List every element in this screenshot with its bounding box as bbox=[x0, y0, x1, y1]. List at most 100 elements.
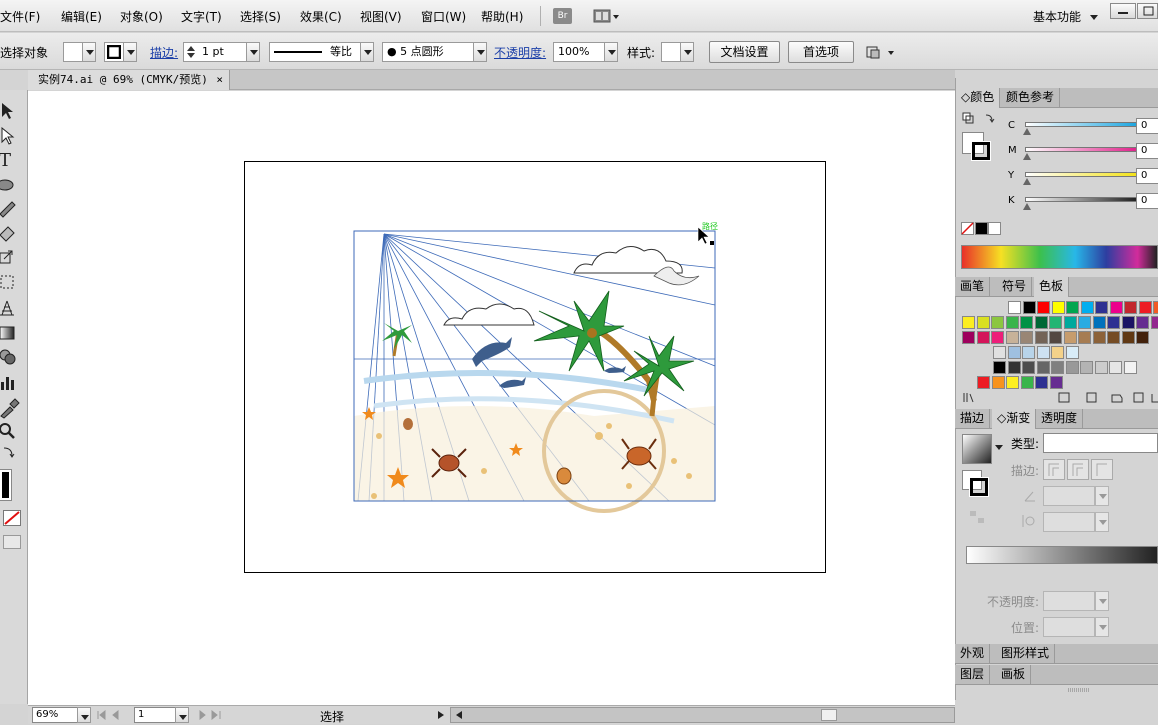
fill-color-box[interactable] bbox=[63, 42, 83, 62]
color-swatch[interactable] bbox=[977, 316, 990, 329]
color-swatch[interactable] bbox=[1107, 316, 1120, 329]
black-slider-thumb[interactable] bbox=[1023, 203, 1031, 210]
eraser-tool-icon[interactable] bbox=[0, 221, 22, 243]
brush-dropdown[interactable] bbox=[473, 42, 487, 62]
yellow-slider-thumb[interactable] bbox=[1023, 178, 1031, 185]
color-swatch[interactable] bbox=[1008, 346, 1021, 359]
direct-selection-tool-icon[interactable] bbox=[0, 125, 22, 147]
color-swatch[interactable] bbox=[1122, 331, 1135, 344]
gradient-tool-icon[interactable] bbox=[0, 322, 22, 344]
gradient-preview-swatch[interactable] bbox=[962, 434, 992, 464]
color-swatch[interactable] bbox=[962, 316, 975, 329]
zoom-tool-icon[interactable] bbox=[0, 421, 22, 443]
color-swatch[interactable] bbox=[1078, 316, 1091, 329]
tab-transparency[interactable]: 透明度 bbox=[1036, 409, 1083, 429]
color-swatch[interactable] bbox=[1037, 361, 1050, 374]
opacity-panel-link[interactable]: 不透明度: bbox=[494, 44, 546, 61]
eyedropper-tool-icon[interactable] bbox=[0, 397, 22, 419]
align-options-icon[interactable] bbox=[866, 45, 898, 61]
color-swatch[interactable] bbox=[1066, 346, 1079, 359]
color-swatch[interactable] bbox=[991, 331, 1004, 344]
none-color-button[interactable] bbox=[3, 510, 21, 526]
color-swatch[interactable] bbox=[1049, 316, 1062, 329]
zoom-dropdown[interactable] bbox=[77, 707, 91, 723]
yellow-value[interactable]: 0 bbox=[1136, 168, 1158, 184]
gradient-location-field[interactable] bbox=[1043, 617, 1095, 637]
zoom-field[interactable]: 69% bbox=[32, 707, 78, 723]
color-swatch[interactable] bbox=[1006, 331, 1019, 344]
color-swatch[interactable] bbox=[991, 316, 1004, 329]
menu-select[interactable]: 选择(S) bbox=[240, 8, 281, 25]
type-tool-icon[interactable]: T bbox=[0, 149, 22, 171]
color-swatch[interactable] bbox=[1035, 331, 1048, 344]
color-swatch[interactable] bbox=[1093, 331, 1106, 344]
color-swatch[interactable] bbox=[1136, 316, 1149, 329]
tab-brushes[interactable]: 画笔 bbox=[955, 277, 990, 297]
status-menu-arrow-icon[interactable] bbox=[436, 710, 446, 720]
color-swatch[interactable] bbox=[1107, 331, 1120, 344]
color-spectrum-bar[interactable] bbox=[961, 245, 1158, 269]
color-swatch[interactable] bbox=[1023, 301, 1036, 314]
gradient-angle-field[interactable] bbox=[1043, 486, 1095, 506]
color-swatch[interactable] bbox=[977, 331, 990, 344]
tab-symbols[interactable]: 符号 bbox=[997, 277, 1032, 297]
menu-file[interactable]: 文件(F) bbox=[0, 8, 40, 25]
ellipse-tool-icon[interactable] bbox=[0, 174, 22, 196]
color-swatch[interactable] bbox=[1049, 331, 1062, 344]
color-swatch[interactable] bbox=[992, 376, 1005, 389]
color-swatch[interactable] bbox=[1095, 361, 1108, 374]
stroke-panel-link[interactable]: 描边: bbox=[150, 44, 178, 61]
color-swatch[interactable] bbox=[1139, 301, 1152, 314]
menu-edit[interactable]: 编辑(E) bbox=[61, 8, 102, 25]
menu-window[interactable]: 窗口(W) bbox=[421, 8, 466, 25]
tab-gradient[interactable]: ◇渐变 bbox=[992, 409, 1036, 429]
gradient-slider-bar[interactable] bbox=[966, 546, 1158, 564]
color-swatch[interactable] bbox=[1052, 301, 1065, 314]
workspace-switcher[interactable]: 基本功能 bbox=[1033, 8, 1081, 25]
color-swatch[interactable] bbox=[1006, 376, 1019, 389]
color-swatch[interactable] bbox=[1124, 361, 1137, 374]
artboard-dropdown[interactable] bbox=[175, 707, 189, 723]
swatch-panel-footer-icons[interactable] bbox=[962, 390, 1158, 406]
shape-builder-tool-icon[interactable] bbox=[0, 346, 22, 368]
color-swatch[interactable] bbox=[1022, 361, 1035, 374]
document-tab[interactable]: 实例74.ai @ 69% (CMYK/预览) × bbox=[28, 70, 230, 90]
cyan-slider-thumb[interactable] bbox=[1023, 128, 1031, 135]
color-swatch[interactable] bbox=[977, 376, 990, 389]
color-swatch[interactable] bbox=[1022, 346, 1035, 359]
none-black-white-swatches[interactable] bbox=[961, 222, 1003, 236]
tab-graphic-styles[interactable]: 图形样式 bbox=[996, 644, 1055, 664]
horizontal-scrollbar[interactable] bbox=[450, 707, 955, 723]
stroke-weight-field[interactable]: 1 pt bbox=[183, 42, 247, 62]
color-swatch[interactable] bbox=[1008, 361, 1021, 374]
variable-width-profile[interactable]: 等比 bbox=[269, 42, 361, 62]
stroke-dropdown[interactable] bbox=[123, 42, 137, 62]
color-swatch[interactable] bbox=[1021, 376, 1034, 389]
color-swatch[interactable] bbox=[1008, 301, 1021, 314]
aspect-ratio-dropdown[interactable] bbox=[1095, 512, 1109, 532]
aspect-ratio-field[interactable] bbox=[1043, 512, 1095, 532]
cyan-value[interactable]: 0 bbox=[1136, 118, 1158, 134]
first-prev-artboard-icon[interactable] bbox=[96, 710, 136, 720]
color-swatch[interactable] bbox=[1078, 331, 1091, 344]
color-swatch[interactable] bbox=[1050, 376, 1063, 389]
drawing-mode-button[interactable] bbox=[3, 535, 21, 549]
tab-swatches[interactable]: 色板 bbox=[1034, 277, 1069, 297]
color-swatch[interactable] bbox=[1109, 361, 1122, 374]
black-slider[interactable] bbox=[1025, 197, 1137, 202]
angle-dropdown[interactable] bbox=[1095, 486, 1109, 506]
restore-button[interactable] bbox=[1137, 3, 1158, 19]
color-swatch[interactable] bbox=[993, 346, 1006, 359]
stroke-weight-dropdown[interactable] bbox=[246, 42, 260, 62]
gradient-preset-dropdown-icon[interactable] bbox=[995, 445, 1003, 451]
gradient-stroke-mode-icons[interactable] bbox=[1043, 459, 1113, 481]
tab-color-guide[interactable]: 颜色参考 bbox=[1001, 88, 1060, 108]
color-swatch[interactable] bbox=[1020, 331, 1033, 344]
black-value[interactable]: 0 bbox=[1136, 193, 1158, 209]
menu-object[interactable]: 对象(O) bbox=[120, 8, 163, 25]
color-swatch[interactable] bbox=[1124, 301, 1137, 314]
menu-help[interactable]: 帮助(H) bbox=[481, 8, 523, 25]
tab-stroke[interactable]: 描边 bbox=[955, 409, 990, 429]
menu-view[interactable]: 视图(V) bbox=[360, 8, 402, 25]
menu-effect[interactable]: 效果(C) bbox=[300, 8, 342, 25]
